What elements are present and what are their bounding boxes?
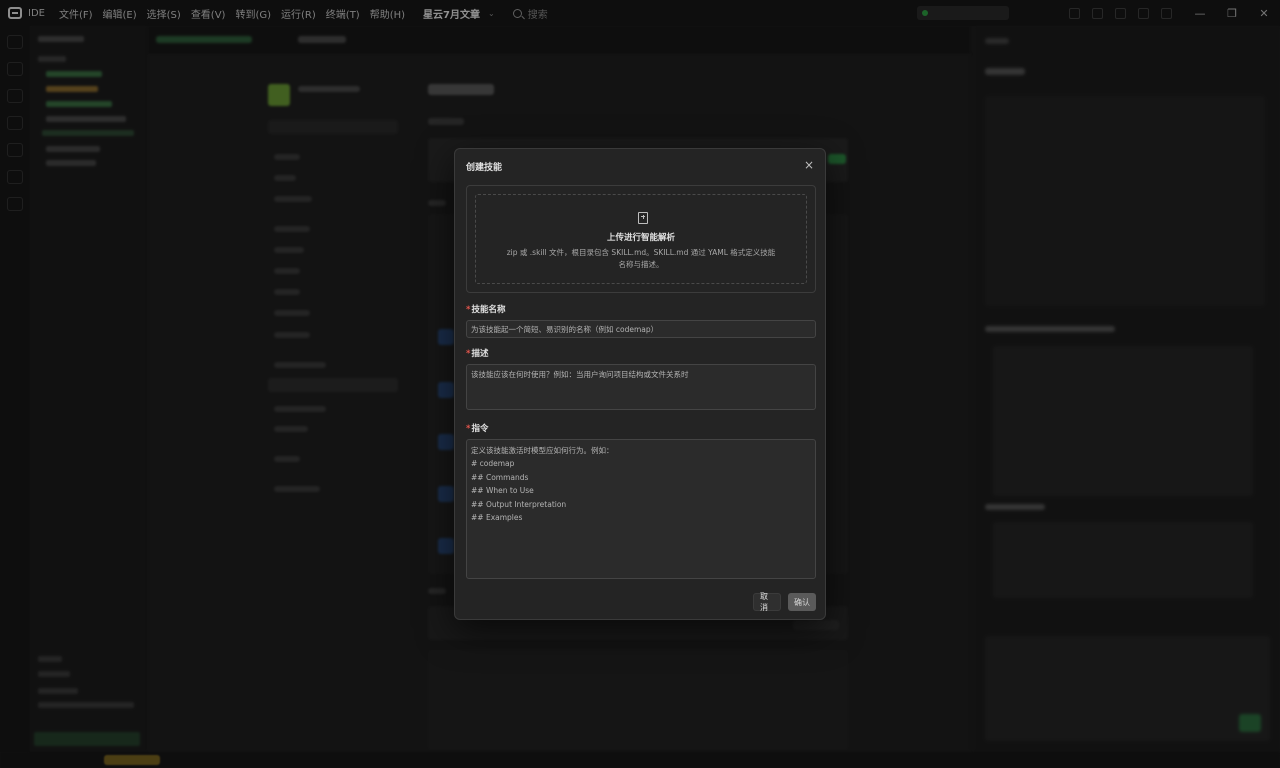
skill-name-label-text: 技能名称 [471,305,506,315]
required-mark: * [466,305,471,315]
file-upload-icon [638,212,648,224]
instruction-placeholder-line: ## When to Use [471,486,534,496]
instruction-placeholder-line: 定义该技能激活时模型应如何行为。例如： [471,446,614,455]
upload-dropzone[interactable]: 上传进行智能解析 zip 或 .skill 文件，根目录包含 SKILL.md。… [475,194,807,284]
upload-panel: 上传进行智能解析 zip 或 .skill 文件，根目录包含 SKILL.md。… [466,185,816,293]
required-mark: * [466,349,471,359]
instruction-label-text: 指令 [471,424,489,434]
confirm-button[interactable]: 确认 [788,593,816,611]
cancel-button[interactable]: 取消 [753,592,781,612]
instruction-textarea[interactable]: 定义该技能激活时模型应如何行为。例如： # codemap ## Command… [466,439,816,579]
description-label-text: 描述 [471,349,489,359]
upload-description: zip 或 .skill 文件，根目录包含 SKILL.md。SKILL.md … [506,248,776,269]
skill-name-input[interactable]: 为该技能起一个简短、易识别的名称（例如 codemap） [466,320,816,338]
instruction-label: *指令 [466,422,488,434]
instruction-placeholder-line: ## Commands [471,472,529,482]
instruction-placeholder-line: ## Examples [471,513,523,523]
create-skill-dialog: 创建技能 × 上传进行智能解析 zip 或 .skill 文件，根目录包含 SK… [454,148,826,620]
description-label: *描述 [466,347,488,359]
skill-name-label: *技能名称 [466,303,505,315]
upload-title: 上传进行智能解析 [606,233,675,243]
description-textarea[interactable]: 该技能应该在何时使用？例如：当用户询问项目结构或文件关系时 [466,364,816,410]
instruction-placeholder-line: # codemap [471,459,515,469]
required-mark: * [466,424,471,434]
dialog-title: 创建技能 [466,163,503,173]
instruction-placeholder-line: ## Output Interpretation [471,499,567,509]
close-icon[interactable]: × [801,157,817,173]
